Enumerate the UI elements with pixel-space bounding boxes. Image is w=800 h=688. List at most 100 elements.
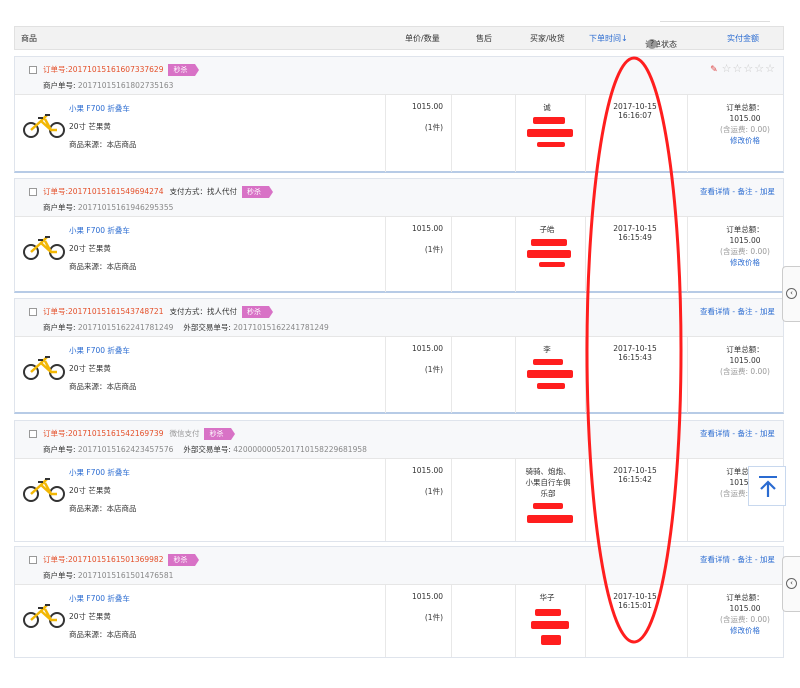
- order-actions[interactable]: 查看详情 - 备注 - 加星: [700, 186, 775, 197]
- product-spec: 20寸 芒果黄: [69, 364, 111, 373]
- order-card: 订单号:20171015161542169739 微信支付 秒杀 商户单号: 201…: [14, 420, 784, 542]
- buyer-name: 子皓: [539, 225, 555, 234]
- order-checkbox[interactable]: [29, 430, 37, 438]
- flash-sale-badge: 秒杀: [204, 428, 236, 440]
- order-header: 订单号:20171015161501369982 秒杀 商户单号: 2017101…: [15, 547, 783, 585]
- back-to-top-button[interactable]: [748, 466, 786, 506]
- order-number: 订单号:20171015161501369982 秒杀: [43, 554, 200, 566]
- order-total: 订单总额： 1015.00 (含运费: 0.00) 修改价格: [705, 224, 785, 268]
- col-aftersale: 售后: [476, 34, 492, 43]
- redaction-mark: [533, 117, 565, 124]
- column-header: 商品 单价/数量 售后 买家/收货 下单时间↓ 订单状态? 实付金额: [14, 26, 784, 50]
- star-icon: ☆: [721, 62, 732, 75]
- unit-price: 1015.00: [411, 592, 443, 601]
- buyer-name: 骑骑、炮炮、小果自行车俱乐部: [525, 467, 571, 498]
- order-list-page: 商品 单价/数量 售后 买家/收货 下单时间↓ 订单状态? 实付金额 订单号:2…: [0, 0, 800, 688]
- order-actions[interactable]: 查看详情 - 备注 - 加星: [700, 428, 775, 439]
- redaction-mark: [541, 635, 561, 645]
- order-number: 订单号:20171015161543748721 支付方式：找人代付 秒杀: [43, 306, 273, 318]
- order-header: 订单号:20171015161542169739 微信支付 秒杀 商户单号: 201…: [15, 421, 783, 459]
- col-price-qty: 单价/数量: [405, 34, 440, 43]
- redaction-mark: [531, 239, 567, 246]
- product-spec: 20寸 芒果黄: [69, 244, 111, 253]
- redaction-mark: [531, 621, 569, 629]
- order-actions[interactable]: 查看详情 - 备注 - 加星: [700, 306, 775, 317]
- product-name-link[interactable]: 小果 F700 折叠车: [69, 593, 130, 604]
- unit-price: 1015.00: [411, 224, 443, 233]
- side-collapse-tab[interactable]: ‹: [782, 556, 800, 612]
- order-time: 2017-10-15 16:16:07: [613, 102, 657, 120]
- order-actions[interactable]: 查看详情 - 备注 - 加星: [700, 554, 775, 565]
- help-icon[interactable]: ?: [647, 39, 657, 49]
- order-time: 2017-10-15 16:15:01: [613, 592, 657, 610]
- modify-price-link[interactable]: 修改价格: [705, 625, 785, 636]
- product-source: 商品来源：本店商品: [69, 382, 137, 391]
- order-checkbox[interactable]: [29, 556, 37, 564]
- merchant-number: 商户单号: 201710151618027351​63: [43, 81, 174, 90]
- order-number: 订单号:20171015161607337629 秒杀: [43, 64, 200, 76]
- product-name-link[interactable]: 小果 F700 折叠车: [69, 225, 130, 236]
- order-header: 订单号:20171015161543748721 支付方式：找人代付 秒杀 商户单号…: [15, 299, 783, 337]
- merchant-number: 商户单号: 20171015162241781249 外部交易单号: 201710…: [43, 323, 329, 332]
- product-spec: 20寸 芒果黄: [69, 612, 111, 621]
- order-time: 2017-10-15 16:15:49: [613, 224, 657, 242]
- product-source: 商品来源：本店商品: [69, 630, 137, 639]
- pen-icon: ✎: [710, 65, 718, 75]
- star-icon: ☆: [765, 62, 775, 75]
- modify-price-link[interactable]: 修改价格: [705, 257, 785, 268]
- chevron-left-icon: ‹: [786, 288, 797, 299]
- col-product: 商品: [21, 34, 37, 43]
- order-checkbox[interactable]: [29, 308, 37, 316]
- arrow-up-icon: [759, 476, 777, 497]
- flash-sale-badge: 秒杀: [241, 186, 273, 198]
- merchant-number: 商户单号: 20171015161946295355: [43, 203, 174, 212]
- star-icon: ☆: [754, 62, 765, 75]
- sort-order-time[interactable]: 下单时间↓: [589, 33, 628, 44]
- order-total: 订单总额： 1015.00 (含运费: 0.00) 修改价格: [705, 592, 785, 636]
- redaction-mark: [533, 503, 563, 509]
- order-card: 订单号:20171015161607337629 秒杀 商户单号: 2017101…: [14, 56, 784, 173]
- order-card: 订单号:20171015161549694274 支付方式：找人代付 秒杀 商户单号…: [14, 178, 784, 293]
- product-spec: 20寸 芒果黄: [69, 486, 111, 495]
- product-source: 商品来源：本店商品: [69, 504, 137, 513]
- order-header: 订单号:20171015161549694274 支付方式：找人代付 秒杀 商户单号…: [15, 179, 783, 217]
- buyer-name: 李: [543, 345, 551, 354]
- chevron-left-icon: ‹: [786, 578, 797, 589]
- order-card: 订单号:20171015161501369982 秒杀 商户单号: 2017101…: [14, 546, 784, 658]
- product-name-link[interactable]: 小果 F700 折叠车: [69, 345, 130, 356]
- bike-thumbnail: [23, 356, 65, 380]
- redaction-mark: [537, 142, 565, 147]
- order-header: 订单号:20171015161607337629 秒杀 商户单号: 2017101…: [15, 57, 783, 95]
- order-total: 订单总额： 1015.00 (含运费: 0.00): [720, 345, 770, 376]
- order-card: 订单号:20171015161543748721 支付方式：找人代付 秒杀 商户单号…: [14, 298, 784, 414]
- bike-thumbnail: [23, 236, 65, 260]
- redaction-mark: [535, 609, 561, 616]
- unit-price: 1015.00: [411, 102, 443, 111]
- quantity: (1件): [424, 613, 443, 622]
- redaction-mark: [527, 370, 573, 378]
- order-total: 订单总额： 1015.00 (含运费: 0.00) 修改价格: [705, 102, 785, 146]
- order-checkbox[interactable]: [29, 188, 37, 196]
- order-checkbox[interactable]: [29, 66, 37, 74]
- product-name-link[interactable]: 小果 F700 折叠车: [69, 103, 130, 114]
- order-body: 小果 F700 折叠车 20寸 芒果黄 商品来源：本店商品 1015.00 (1…: [15, 337, 783, 413]
- modify-price-link[interactable]: 修改价格: [705, 135, 785, 146]
- redaction-mark: [527, 515, 573, 523]
- star-icon: ☆: [743, 62, 754, 75]
- bike-thumbnail: [23, 114, 65, 138]
- star-rating[interactable]: ✎ ☆☆☆☆☆: [710, 62, 775, 75]
- product-source: 商品来源：本店商品: [69, 140, 137, 149]
- redaction-mark: [537, 383, 565, 389]
- merchant-number: 商户单号: 20171015161501476581: [43, 571, 174, 580]
- bike-thumbnail: [23, 478, 65, 502]
- order-body: 小果 F700 折叠车 20寸 芒果黄 商品来源：本店商品 1015.00 (1…: [15, 95, 783, 172]
- flash-sale-badge: 秒杀: [168, 554, 200, 566]
- sort-paid-amount[interactable]: 实付金额: [727, 33, 759, 44]
- quantity: (1件): [424, 123, 443, 132]
- quantity: (1件): [424, 487, 443, 496]
- side-collapse-tab[interactable]: ‹: [782, 266, 800, 322]
- product-name-link[interactable]: 小果 F700 折叠车: [69, 467, 130, 478]
- redaction-mark: [527, 250, 571, 258]
- order-body: 小果 F700 折叠车 20寸 芒果黄 商品来源：本店商品 1015.00 (1…: [15, 217, 783, 292]
- unit-price: 1015.00: [411, 344, 443, 353]
